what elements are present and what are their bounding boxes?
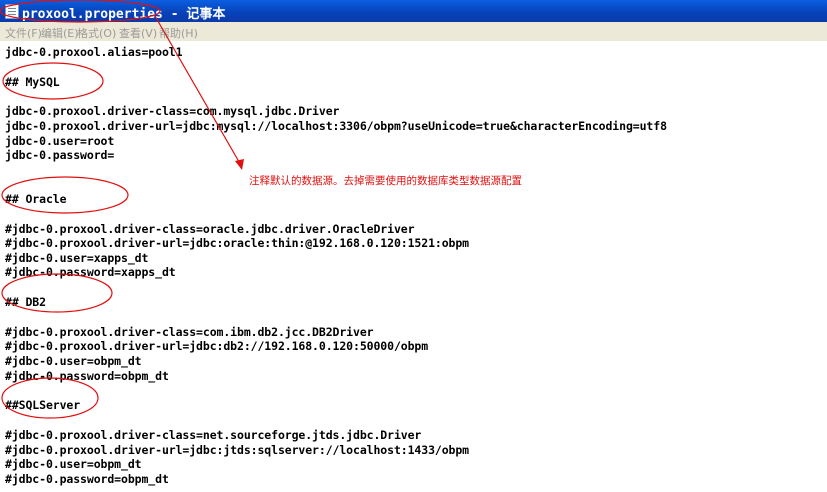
text-line: #jdbc-0.proxool.driver-url=jdbc:db2://19… [5,339,429,353]
menu-view[interactable]: 查看(V) [119,25,157,41]
text-line: #jdbc-0.proxool.driver-class=net.sourcef… [5,428,422,442]
text-editor-area[interactable]: jdbc-0.proxool.alias=pool1 ## MySQL jdbc… [0,41,827,492]
text-line: #jdbc-0.proxool.driver-class=oracle.jdbc… [5,222,415,236]
menu-file[interactable]: 文件(F) [5,25,42,41]
menu-edit[interactable]: 编辑(E) [41,25,79,41]
text-line: #jdbc-0.user=xapps_dt [5,251,149,265]
text-line: #jdbc-0.proxool.driver-url=jdbc:jtds:sql… [5,443,470,457]
text-line: #jdbc-0.password=obpm_dt [5,369,169,383]
text-line: jdbc-0.password= [5,148,115,162]
menu-format[interactable]: 格式(O) [77,25,116,41]
text-line: jdbc-0.user=root [5,134,115,148]
text-line: jdbc-0.proxool.alias=pool1 [5,45,183,59]
menu-help[interactable]: 帮助(H) [159,25,198,41]
text-line: #jdbc-0.user=obpm_dt [5,457,142,471]
text-line: #jdbc-0.proxool.driver-url=jdbc:oracle:t… [5,236,470,250]
text-line: jdbc-0.proxool.driver-url=jdbc:mysql://l… [5,119,667,133]
text-line: ## DB2 [5,295,46,309]
notepad-icon[interactable] [5,4,19,19]
window-title: proxool.properties - 记事本 [22,7,226,22]
menu-bar: 文件(F) 编辑(E) 格式(O) 查看(V) 帮助(H) [0,22,827,42]
text-line: #jdbc-0.password=xapps_dt [5,265,176,279]
text-line: ## Oracle [5,192,67,206]
title-bar: proxool.properties - 记事本 [0,0,827,22]
annotation-note: 注释默认的数据源。去掉需要使用的数据库类型数据源配置 [249,175,522,187]
text-line: #jdbc-0.proxool.driver-class=com.ibm.db2… [5,325,374,339]
text-line: ##SQLServer [5,398,81,412]
text-line: #jdbc-0.user=obpm_dt [5,354,142,368]
text-line: ## MySQL [5,75,60,89]
text-line: jdbc-0.proxool.driver-class=com.mysql.jd… [5,104,340,118]
text-line: #jdbc-0.password=obpm_dt [5,472,169,486]
